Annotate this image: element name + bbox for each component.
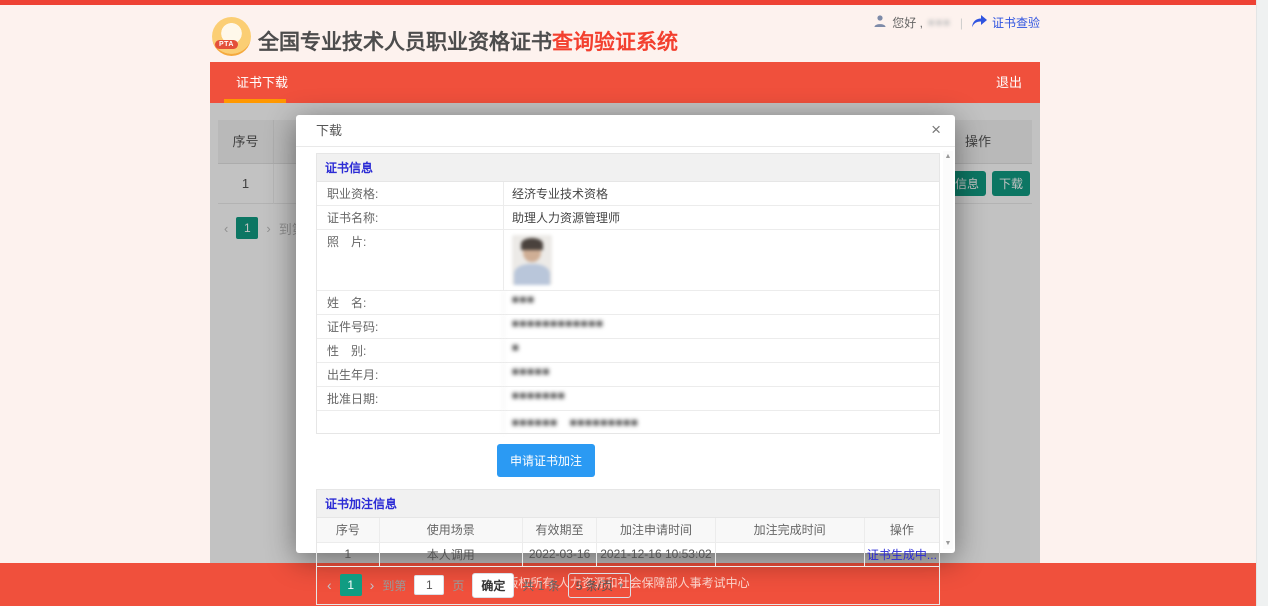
form-row-birth: 出生年月: ■■■■■: [317, 363, 939, 387]
modal-body: 证书信息 职业资格: 经济专业技术资格 证书名称: 助理人力资源管理师 照 片:: [316, 148, 940, 605]
header-cell-scene: 使用场景: [379, 518, 522, 542]
form-label: 性 别:: [317, 339, 503, 362]
page-size-value: 5 条/页: [576, 577, 613, 594]
form-value-masked: ■■■: [503, 291, 939, 314]
scroll-up-icon[interactable]: ▲: [943, 153, 953, 160]
nav-bar: 证书下载 退出: [210, 62, 1040, 103]
form-row-cert-name: 证书名称: 助理人力资源管理师: [317, 206, 939, 230]
page-size-select[interactable]: 5 条/页 ▾: [568, 573, 631, 598]
pager-confirm-button[interactable]: 确定: [472, 573, 514, 598]
annotation-pagination: ‹ 1 › 到第 页 确定 共 1 条 5 条/页 ▾: [317, 567, 939, 604]
user-info: 您好 , ■■■ | 证书查验: [873, 14, 1040, 31]
form-value-masked: ■■■■■■■: [503, 387, 939, 410]
header-cell-action: 操作: [864, 518, 939, 542]
cert-info-section-title: 证书信息: [317, 154, 939, 182]
tab-cert-download[interactable]: 证书下载: [224, 62, 300, 103]
form-label: 职业资格:: [317, 182, 503, 205]
scroll-down-icon[interactable]: ▼: [943, 540, 953, 547]
header-cell-index: 序号: [317, 518, 379, 542]
annotation-section: 证书加注信息 序号 使用场景 有效期至 加注申请时间 加注完成时间 操作 1 本…: [316, 489, 940, 605]
cell-index: 1: [317, 542, 379, 566]
form-value: [503, 230, 939, 290]
form-label: 出生年月:: [317, 363, 503, 386]
form-label: 批准日期:: [317, 387, 503, 410]
verify-link[interactable]: 证书查验: [992, 14, 1040, 31]
form-value-masked: ■■■■■■■■■■■■: [503, 315, 939, 338]
page-header: PTA 全国专业技术人员职业资格证书查询验证系统 您好 , ■■■ | 证书查验: [210, 5, 1040, 63]
modal-header: 下载 ×: [296, 115, 955, 147]
cell-complete-time: [715, 542, 864, 566]
pager-page-unit: 页: [452, 577, 464, 594]
page-title: 全国专业技术人员职业资格证书查询验证系统: [258, 26, 678, 56]
form-value-masked: ■■■■■: [503, 363, 939, 386]
header-cell-valid-until: 有效期至: [522, 518, 597, 542]
pager-total: 共 1 条: [522, 577, 559, 594]
modal-scrollbar[interactable]: ▲ ▼: [943, 151, 953, 549]
pta-logo-badge: PTA: [215, 40, 238, 49]
pager-goto-label: 到第: [382, 577, 406, 594]
form-value: 助理人力资源管理师: [503, 206, 939, 229]
photo-blurred: [512, 235, 552, 285]
cell-valid-until: 2022-03-16: [522, 542, 597, 566]
pager-goto-input[interactable]: [414, 575, 444, 595]
pager-page-1[interactable]: 1: [340, 574, 362, 596]
form-label: 姓 名:: [317, 291, 503, 314]
app-logo: PTA: [212, 17, 251, 56]
form-label: 证件号码:: [317, 315, 503, 338]
pager-next-icon[interactable]: ›: [370, 577, 375, 593]
close-icon[interactable]: ×: [931, 115, 941, 145]
form-label: [317, 411, 503, 433]
user-icon: [873, 14, 887, 31]
cell-apply-time: 2021-12-16 10:53:02: [597, 542, 715, 566]
form-label: 照 片:: [317, 230, 503, 290]
form-row-name: 姓 名: ■■■: [317, 291, 939, 315]
form-row-id-number: 证件号码: ■■■■■■■■■■■■: [317, 315, 939, 339]
divider: |: [960, 16, 963, 30]
cert-info-section: 证书信息 职业资格: 经济专业技术资格 证书名称: 助理人力资源管理师 照 片:: [316, 153, 940, 434]
page-title-main: 全国专业技术人员职业资格证书: [258, 31, 552, 54]
caret-down-icon: ▾: [619, 581, 623, 590]
annotation-table: 序号 使用场景 有效期至 加注申请时间 加注完成时间 操作 1 本人调用 202…: [317, 518, 939, 567]
download-modal: 下载 × ▲ ▼ 证书信息 职业资格: 经济专业技术资格 证书名称: 助理人力资…: [296, 115, 955, 553]
form-row-approve-date: 批准日期: ■■■■■■■: [317, 387, 939, 411]
annotation-section-title: 证书加注信息: [317, 490, 939, 518]
pager-prev-icon[interactable]: ‹: [327, 577, 332, 593]
form-row-gender: 性 别: ■: [317, 339, 939, 363]
form-label: 证书名称:: [317, 206, 503, 229]
greeting-text: 您好 ,: [892, 14, 923, 31]
annotation-table-row: 1 本人调用 2022-03-16 2021-12-16 10:53:02 证书…: [317, 542, 939, 566]
form-value: 经济专业技术资格: [503, 182, 939, 205]
cert-generating-link[interactable]: 证书生成中...: [867, 548, 937, 562]
logout-button[interactable]: 退出: [996, 62, 1022, 103]
modal-title: 下载: [316, 115, 342, 147]
form-row-photo: 照 片:: [317, 230, 939, 291]
form-row-extra: ■■■■■■ ■■■■■■■■■: [317, 411, 939, 433]
cell-scene: 本人调用: [379, 542, 522, 566]
page-title-accent: 查询验证系统: [552, 31, 678, 54]
header-cell-complete-time: 加注完成时间: [715, 518, 864, 542]
form-row-occupation: 职业资格: 经济专业技术资格: [317, 182, 939, 206]
annotation-table-header: 序号 使用场景 有效期至 加注申请时间 加注完成时间 操作: [317, 518, 939, 542]
page-scrollbar[interactable]: [1256, 0, 1268, 606]
apply-annotation-button[interactable]: 申请证书加注: [497, 444, 595, 477]
form-value-masked: ■: [503, 339, 939, 362]
header-cell-apply-time: 加注申请时间: [597, 518, 715, 542]
form-value-masked: ■■■■■■ ■■■■■■■■■: [503, 411, 939, 433]
share-arrow-icon: [972, 15, 987, 31]
username-masked: ■■■: [928, 17, 951, 29]
